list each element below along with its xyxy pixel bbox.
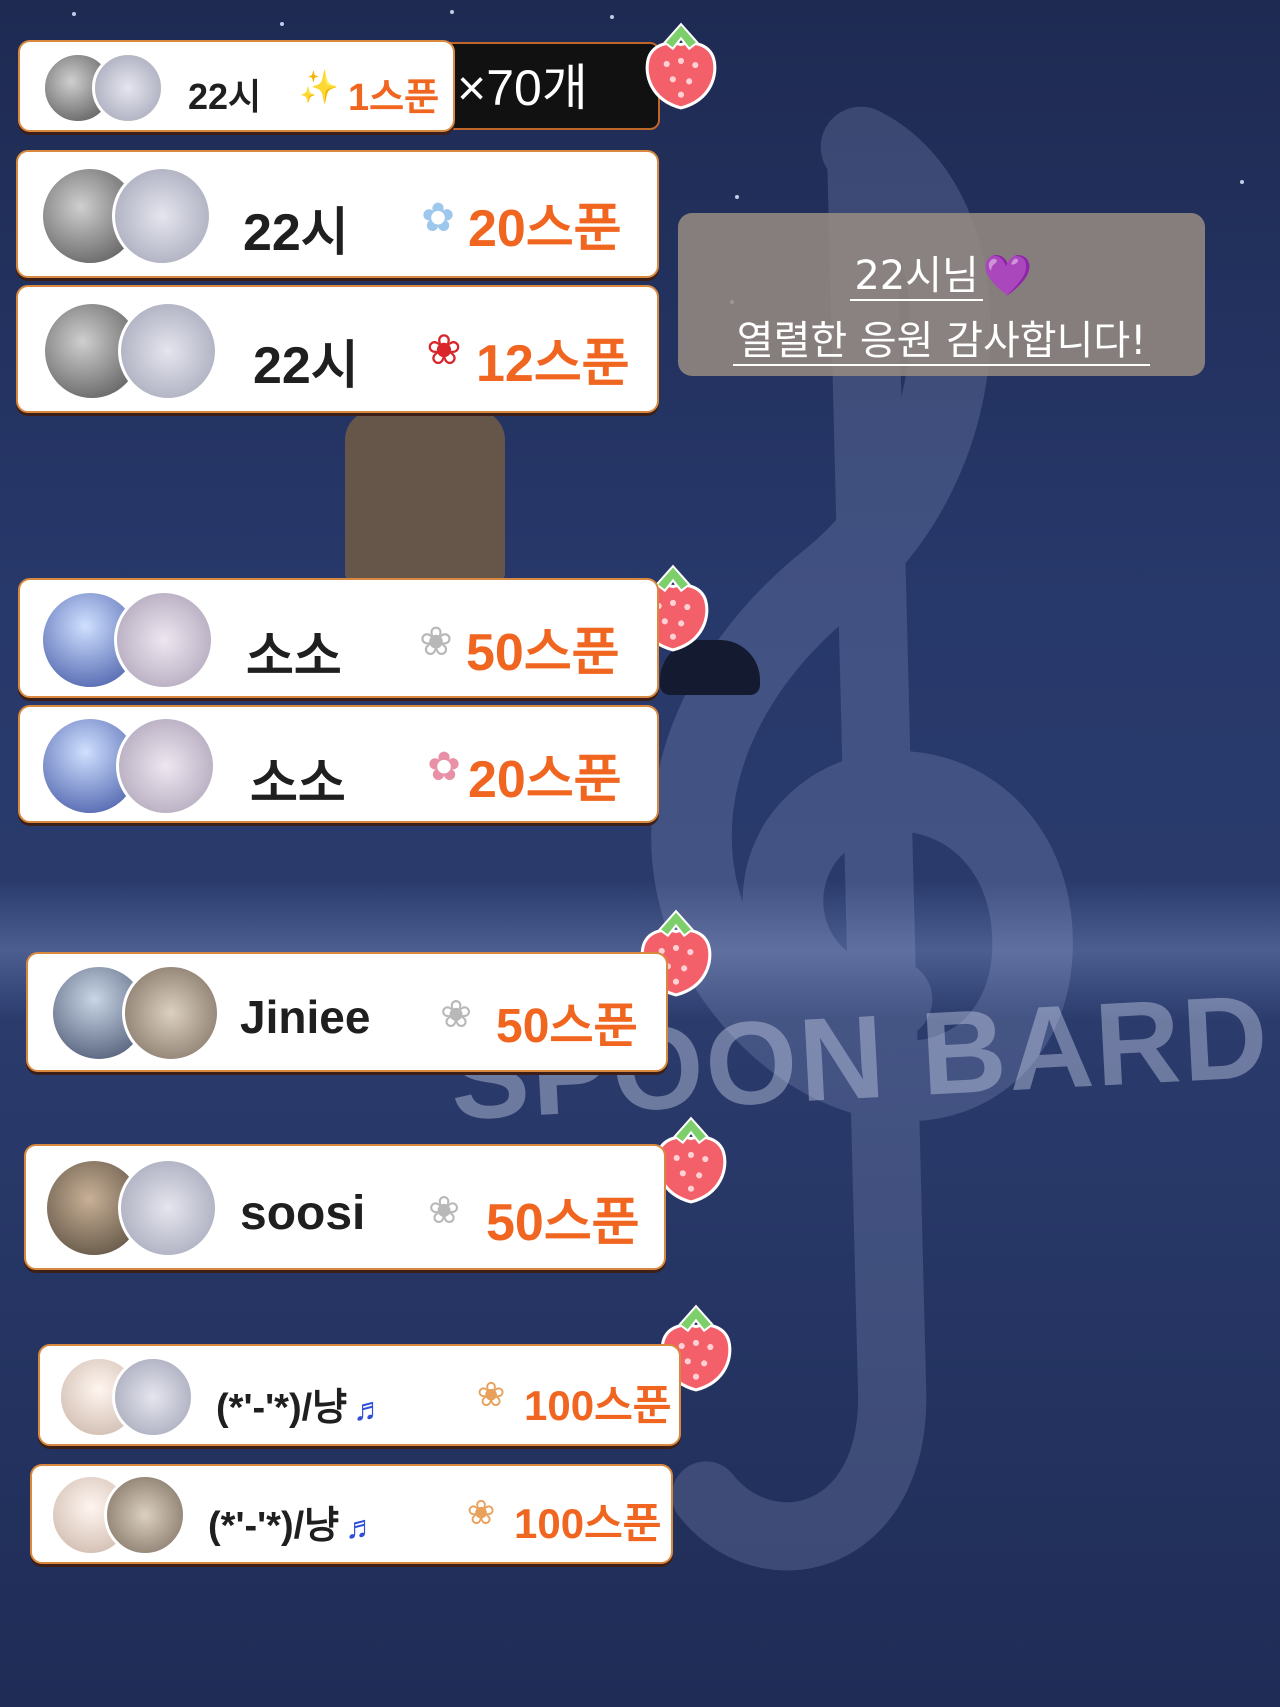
avatar — [112, 166, 212, 266]
avatar — [118, 301, 218, 401]
strawberry-sticker-icon — [645, 22, 717, 110]
gift-amount: 100스푼 — [524, 1382, 672, 1429]
donation-card: 22시 ✿ 20스푼 — [16, 150, 659, 278]
cotton-candy-icon: ✿ — [421, 195, 455, 241]
avatar — [116, 716, 216, 816]
username: 소소 — [246, 628, 342, 686]
music-note-icon: ♬ — [345, 1509, 378, 1545]
avatar — [114, 590, 214, 690]
avatar — [104, 1474, 186, 1556]
avatar — [112, 1356, 194, 1438]
donation-card: 소소 ✿ 20스푼 — [18, 705, 659, 823]
avatar — [118, 1158, 218, 1258]
donation-card: Jiniee ❀ 50스푼 — [26, 952, 668, 1072]
donation-card: (*'-'*)/냥 ♬ ❀ 100스푼 — [30, 1464, 673, 1564]
thanks-message: 22시님 💜 열렬한 응원 감사합니다! — [678, 213, 1205, 376]
gift-amount: 1스푼 — [348, 77, 440, 119]
thanks-line-2: 열렬한 응원 감사합니다! — [732, 318, 1151, 366]
bunny-icon: ❀ — [440, 992, 472, 1036]
username: 22시 — [243, 204, 349, 262]
sparkle-icon: ✨ — [299, 68, 339, 106]
username: (*'-'*)/냥 — [216, 1387, 348, 1429]
donation-card: (*'-'*)/냥 ♬ ❀ 100스푼 — [38, 1344, 681, 1446]
music-note-icon: ♬ — [353, 1391, 386, 1427]
username: (*'-'*)/냥 — [208, 1505, 340, 1547]
gift-amount: 100스푼 — [514, 1500, 662, 1547]
username: soosi — [240, 1187, 366, 1240]
donation-card: 22시 ✨ 1스푼 — [18, 40, 455, 132]
bunny-icon: ❀ — [428, 1188, 460, 1232]
purple-heart-icon: 💜 — [982, 253, 1033, 299]
gift-amount: 20스푼 — [468, 200, 622, 258]
walking-person-illustration — [345, 410, 505, 580]
bunny-flower-icon: ❀ — [476, 1375, 506, 1415]
bouquet-icon: ✿ — [427, 744, 461, 790]
gift-amount: 12스푼 — [476, 335, 630, 393]
gift-amount: 50스푼 — [496, 1000, 638, 1053]
bunny-flower-icon: ❀ — [466, 1493, 496, 1533]
gift-count-badge: ×70개 — [430, 42, 660, 130]
username: 22시 — [253, 337, 359, 395]
avatar — [122, 964, 220, 1062]
gift-amount: 50스푼 — [486, 1194, 640, 1252]
rose-icon: ❀ — [426, 324, 462, 374]
username: 소소 — [250, 755, 346, 813]
donation-card: soosi ❀ 50스푼 — [24, 1144, 666, 1270]
gift-amount: 50스푼 — [466, 624, 620, 682]
username: 22시 — [188, 76, 262, 117]
thanks-line-1: 22시님 — [850, 253, 983, 301]
avatar — [92, 52, 164, 124]
donation-card: 소소 ❀ 50스푼 — [18, 578, 659, 698]
bunny-icon: ❀ — [419, 619, 453, 665]
gift-amount: 20스푼 — [468, 751, 622, 809]
username: Jiniee — [240, 991, 371, 1043]
donation-card: 22시 ❀ 12스푼 — [16, 285, 659, 413]
